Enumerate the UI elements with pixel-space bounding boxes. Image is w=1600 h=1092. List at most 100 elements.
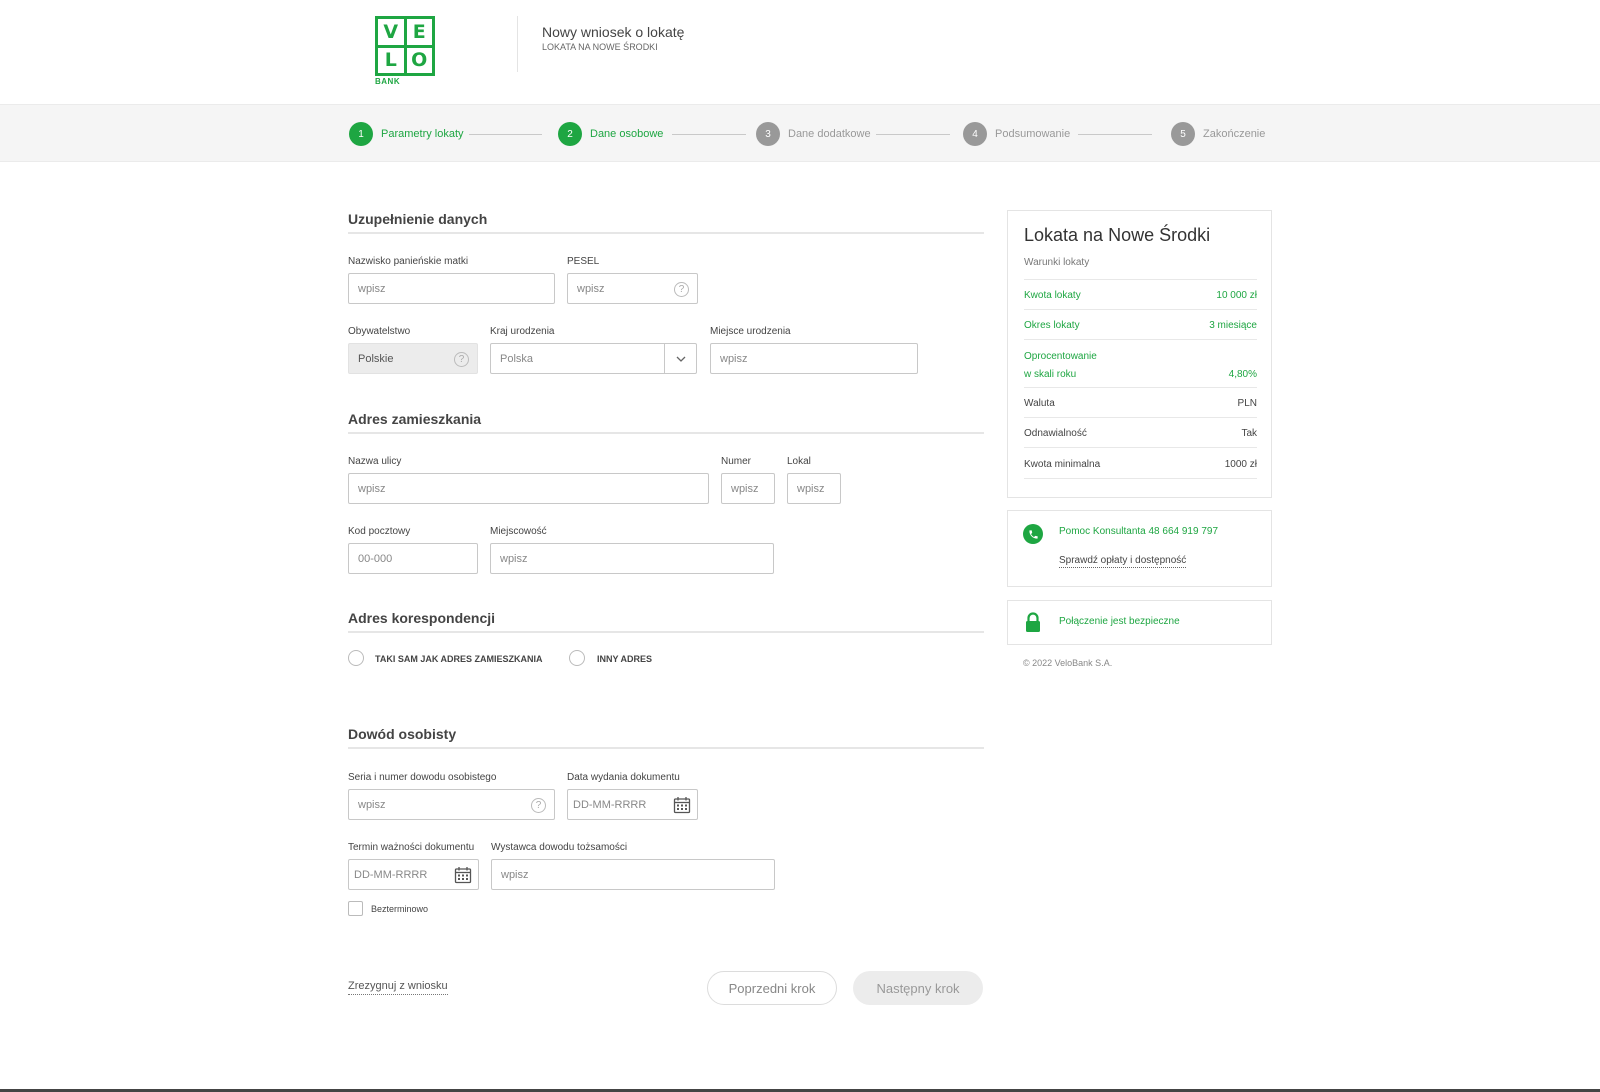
- offer-row: Waluta PLN: [1024, 387, 1257, 417]
- issue-date-input[interactable]: DD-MM-RRRR: [567, 789, 698, 820]
- step-number: 5: [1171, 122, 1195, 146]
- logo-letter: O: [406, 47, 432, 73]
- number-label: Numer: [721, 456, 752, 467]
- step-label: Podsumowanie: [995, 128, 1071, 140]
- input-placeholder: wpisz: [797, 482, 825, 495]
- step-label: Dane osobowe: [590, 128, 664, 140]
- logo-letter: V: [378, 19, 404, 45]
- birth-country-label: Kraj urodzenia: [490, 326, 555, 337]
- section-divider: [348, 232, 984, 234]
- offer-row-value: 3 miesiące: [1209, 320, 1257, 331]
- step-5: 5 Zakończenie: [1171, 122, 1265, 146]
- id-series-label: Seria i numer dowodu osobistego: [348, 772, 497, 783]
- indefinite-checkbox[interactable]: [348, 901, 363, 916]
- city-label: Miejscowość: [490, 526, 547, 537]
- radio-other-address[interactable]: [569, 650, 585, 666]
- step-connector: [469, 134, 542, 135]
- logo-bank-text: BANK: [375, 77, 401, 86]
- offer-row-value: 10 000 zł: [1216, 290, 1257, 301]
- radio-other-address-label[interactable]: INNY ADRES: [597, 654, 652, 664]
- select-value: Polska: [500, 352, 534, 365]
- next-step-button[interactable]: Następny krok: [853, 971, 983, 1005]
- progress-stepper: 1 Parametry lokaty 2 Dane osobowe 3 Dane…: [0, 104, 1600, 162]
- offer-row-label: Odnawialność: [1024, 428, 1087, 439]
- step-3: 3 Dane dodatkowe: [756, 122, 871, 146]
- offer-summary-card: Lokata na Nowe Środki Warunki lokaty Kwo…: [1007, 210, 1272, 498]
- number-input[interactable]: wpisz: [721, 473, 775, 504]
- offer-row: Kwota lokaty 10 000 zł: [1024, 279, 1257, 309]
- maiden-name-label: Nazwisko panieńskie matki: [348, 256, 469, 267]
- issue-date-label: Data wydania dokumentu: [567, 772, 680, 783]
- street-input[interactable]: wpisz: [348, 473, 709, 504]
- issuer-input[interactable]: wpisz: [491, 859, 775, 890]
- postal-code-input[interactable]: 00-000: [348, 543, 478, 574]
- step-connector: [672, 134, 746, 135]
- step-1[interactable]: 1 Parametry lokaty: [349, 122, 464, 146]
- step-number: 1: [349, 122, 373, 146]
- issuer-label: Wystawca dowodu tożsamości: [491, 842, 628, 853]
- fees-availability-link[interactable]: Sprawdź opłaty i dostępność: [1059, 555, 1187, 568]
- logo-letter: E: [406, 19, 432, 45]
- calendar-icon[interactable]: [673, 796, 691, 814]
- birth-country-select[interactable]: Polska: [490, 343, 697, 374]
- pesel-input[interactable]: wpisz ?: [567, 273, 698, 304]
- input-placeholder: wpisz: [500, 552, 528, 565]
- offer-row-label: Waluta: [1024, 398, 1055, 409]
- calendar-icon[interactable]: [454, 866, 472, 884]
- input-placeholder: wpisz: [358, 482, 386, 495]
- step-connector: [876, 134, 950, 135]
- input-value: Polskie: [358, 352, 394, 365]
- section-title-correspondence: Adres korespondencji: [348, 610, 496, 626]
- chevron-down-icon[interactable]: [664, 344, 696, 373]
- id-series-input[interactable]: wpisz ?: [348, 789, 555, 820]
- offer-title: Lokata na Nowe Środki: [1024, 225, 1211, 245]
- birth-place-input[interactable]: wpisz: [710, 343, 918, 374]
- input-placeholder: DD-MM-RRRR: [573, 798, 647, 811]
- secure-connection-text: Połączenie jest bezpieczne: [1059, 616, 1180, 627]
- lock-icon: [1025, 612, 1041, 638]
- velobank-logo[interactable]: V E L O BANK: [375, 16, 435, 88]
- offer-row: Kwota minimalna 1000 zł: [1024, 447, 1257, 479]
- help-icon[interactable]: ?: [454, 352, 469, 367]
- offer-row: Oprocentowanie w skali roku 4,80%: [1024, 339, 1257, 387]
- radio-same-address[interactable]: [348, 650, 364, 666]
- input-placeholder: wpisz: [577, 282, 605, 295]
- indefinite-checkbox-label[interactable]: Bezterminowo: [371, 904, 428, 914]
- previous-step-button[interactable]: Poprzedni krok: [707, 971, 837, 1005]
- step-number: 4: [963, 122, 987, 146]
- pesel-label: PESEL: [567, 256, 600, 267]
- help-icon[interactable]: ?: [674, 282, 689, 297]
- offer-subtitle: Warunki lokaty: [1024, 257, 1090, 268]
- offer-row-value: 4,80%: [1228, 369, 1257, 380]
- input-placeholder: wpisz: [358, 282, 386, 295]
- city-input[interactable]: wpisz: [490, 543, 774, 574]
- step-number: 3: [756, 122, 780, 146]
- consultant-help-text[interactable]: Pomoc Konsultanta 48 664 919 797: [1059, 526, 1218, 537]
- section-divider: [348, 747, 984, 749]
- maiden-name-input[interactable]: wpisz: [348, 273, 555, 304]
- expiry-date-input[interactable]: DD-MM-RRRR: [348, 859, 479, 890]
- step-2[interactable]: 2 Dane osobowe: [558, 122, 663, 146]
- resign-link[interactable]: Zrezygnuj z wniosku: [348, 980, 448, 995]
- secure-connection-card: Połączenie jest bezpieczne: [1007, 600, 1272, 645]
- offer-row-label: Okres lokaty: [1024, 320, 1080, 331]
- radio-same-address-label[interactable]: TAKI SAM JAK ADRES ZAMIESZKANIA: [375, 654, 543, 664]
- section-title-personal: Uzupełnienie danych: [348, 211, 488, 227]
- offer-row-label: Kwota minimalna: [1024, 459, 1101, 470]
- offer-row-value: Tak: [1241, 428, 1257, 439]
- flat-input[interactable]: wpisz: [787, 473, 841, 504]
- offer-row: Okres lokaty 3 miesiące: [1024, 309, 1257, 339]
- citizenship-label: Obywatelstwo: [348, 326, 411, 337]
- section-title-address: Adres zamieszkania: [348, 411, 482, 427]
- section-title-id: Dowód osobisty: [348, 726, 457, 742]
- section-divider: [348, 432, 984, 434]
- step-4: 4 Podsumowanie: [963, 122, 1070, 146]
- logo-letter: L: [378, 47, 404, 73]
- help-icon[interactable]: ?: [531, 798, 546, 813]
- copyright: © 2022 VeloBank S.A.: [1023, 658, 1113, 668]
- input-placeholder: wpisz: [731, 482, 759, 495]
- input-placeholder: 00-000: [358, 552, 393, 565]
- flat-label: Lokal: [787, 456, 811, 467]
- offer-row-label-line2: w skali roku: [1024, 369, 1077, 380]
- step-label: Zakończenie: [1203, 128, 1266, 140]
